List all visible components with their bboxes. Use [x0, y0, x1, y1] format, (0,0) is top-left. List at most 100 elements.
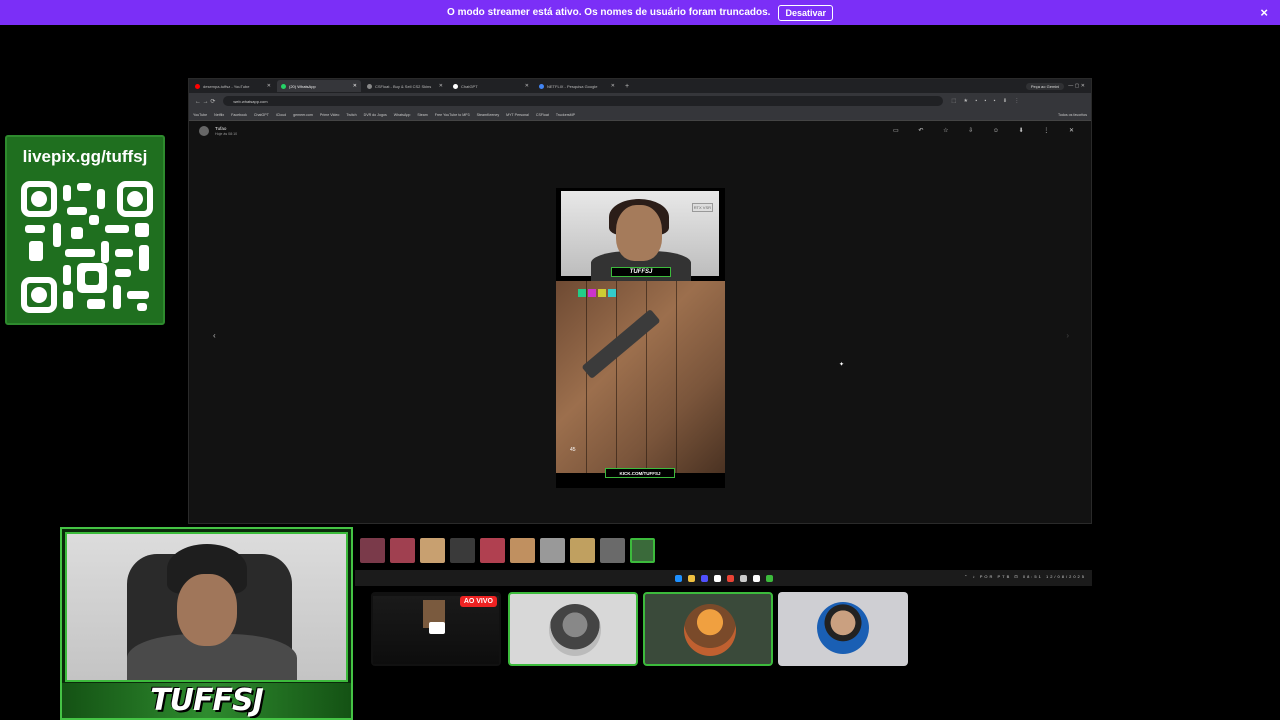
game-hud: [578, 289, 658, 299]
browser-tab-bar: desempa‑tuffsz ‑ YouTube ✕ (20) WhatsApp…: [189, 79, 1091, 93]
navigation-icons[interactable]: ← → ⟳: [195, 98, 215, 105]
live-badge: AO VIVO: [459, 596, 497, 607]
extension-icons[interactable]: ⬚ ★ ▪ ▪ ▪ ⬇ ⋮: [951, 98, 1022, 104]
close-tab-icon[interactable]: ✕: [525, 83, 529, 89]
game-footage: 45: [556, 281, 725, 473]
bookmark-item[interactable]: TruckersMP: [556, 113, 575, 117]
tab-whatsapp[interactable]: (20) WhatsApp ✕: [277, 80, 361, 92]
bookmark-item[interactable]: ChatGPT: [254, 113, 269, 117]
media-thumbnail[interactable]: [420, 538, 445, 563]
avatar: [199, 126, 209, 136]
system-tray[interactable]: ⌃ ♪ POR PTB ⊡ 08:51 12/08/2025: [964, 574, 1086, 579]
media-thumbnail-strip: [360, 538, 655, 563]
participant-tile[interactable]: [508, 592, 638, 666]
bookmark-item[interactable]: WhatsApp: [394, 113, 411, 117]
ask-gemini-button[interactable]: Peça ao Gemini: [1025, 82, 1065, 90]
whatsapp-media-viewer: Tufao Hoje às 08:10 ▭ ↶ ☆ ⇩ ☺ ⬇ ⋮ ✕ ‹ › …: [189, 121, 1091, 523]
bookmark-item[interactable]: Twitch: [346, 113, 356, 117]
file-explorer-icon[interactable]: [687, 574, 695, 582]
bookmark-item[interactable]: DVR do Jogos: [364, 113, 387, 117]
media-video[interactable]: RTX VSR TUFFSJ 45 KICK.COM/TUFFSJ: [556, 188, 725, 488]
browser-window: desempa‑tuffsz ‑ YouTube ✕ (20) WhatsApp…: [188, 78, 1092, 524]
viewer-toolbar-icons[interactable]: ▭ ↶ ☆ ⇩ ☺ ⬇ ⋮ ✕: [893, 127, 1083, 134]
youtube-icon: [195, 83, 200, 89]
bookmark-item[interactable]: Netflix: [214, 113, 224, 117]
address-bar: ← → ⟳ web.whatsapp.com ⬚ ★ ▪ ▪ ▪ ⬇ ⋮: [189, 93, 1091, 109]
new-tab-button[interactable]: +: [625, 83, 629, 90]
participant-tile[interactable]: [778, 592, 908, 666]
whatsapp-icon: [281, 83, 286, 89]
window-controls[interactable]: — ▢ ✕: [1068, 83, 1085, 89]
media-thumbnail[interactable]: [480, 538, 505, 563]
avatar: [817, 602, 869, 654]
participant-tile-speaking[interactable]: [643, 592, 773, 666]
all-bookmarks-button[interactable]: Todos os favoritos: [1058, 113, 1087, 117]
tab-chatgpt[interactable]: ChatGPT ✕: [449, 80, 533, 92]
bookmark-item[interactable]: SteamKeeney: [477, 113, 500, 117]
media-thumbnail-selected[interactable]: [630, 538, 655, 563]
bookmark-item[interactable]: iCloud: [276, 113, 286, 117]
app-icon[interactable]: [765, 574, 773, 582]
close-tab-icon[interactable]: ✕: [267, 83, 271, 89]
banner-message: O modo streamer está ativo. Os nomes de …: [447, 7, 771, 18]
door-plank: [676, 281, 677, 473]
close-tab-icon[interactable]: ✕: [439, 83, 443, 89]
media-thumbnail[interactable]: [360, 538, 385, 563]
app-icon[interactable]: [739, 574, 747, 582]
close-icon[interactable]: ×: [1260, 5, 1268, 20]
rifle: [581, 308, 661, 380]
bookmark-item[interactable]: Prime Video: [320, 113, 340, 117]
sender-time: Hoje às 08:10: [215, 132, 238, 136]
qr-code-icon: [19, 179, 155, 315]
media-thumbnail[interactable]: [390, 538, 415, 563]
brand-logo-text: TUFFSJ: [150, 683, 264, 718]
webcam-feed: [65, 532, 348, 682]
door-plank: [616, 281, 617, 473]
webcam-overlay: TUFFSJ: [60, 527, 353, 720]
avatar: [684, 604, 736, 656]
bookmark-item[interactable]: YouTube: [193, 113, 207, 117]
discord-icon[interactable]: [700, 574, 708, 582]
next-media-arrow-icon[interactable]: ›: [1066, 331, 1069, 340]
bookmark-item[interactable]: Facebook: [231, 113, 247, 117]
tab-youtube[interactable]: desempa‑tuffsz ‑ YouTube ✕: [191, 80, 275, 92]
streamer-face: [616, 205, 662, 261]
mouse-cursor-icon: ✦: [839, 362, 845, 368]
participant-tile-stream[interactable]: AO VIVO: [371, 592, 501, 666]
livepix-url: livepix.gg/tuffsj: [22, 147, 148, 166]
app-icon[interactable]: [713, 574, 721, 582]
disable-streamer-mode-button[interactable]: Desativar: [778, 4, 833, 21]
bookmark-item[interactable]: MYT Personal: [506, 113, 529, 117]
cam-name-tag: TUFFSJ: [611, 267, 671, 277]
bookmark-item[interactable]: Free YouTube to MP3: [435, 113, 470, 117]
kick-url-tag: KICK.COM/TUFFSJ: [605, 468, 675, 478]
csfloat-icon: [367, 83, 372, 89]
screen-share-icon: [429, 622, 445, 634]
media-thumbnail[interactable]: [540, 538, 565, 563]
media-thumbnail[interactable]: [570, 538, 595, 563]
app-icon[interactable]: [752, 574, 760, 582]
bookmarks-bar: YouTube Netflix Facebook ChatGPT iCloud …: [189, 109, 1091, 121]
tab-label: desempa‑tuffsz ‑ YouTube: [203, 83, 250, 89]
bookmark-item[interactable]: Steam: [417, 113, 427, 117]
bookmark-item[interactable]: CSFloat: [536, 113, 549, 117]
url-field[interactable]: web.whatsapp.com: [223, 96, 944, 106]
media-thumbnail[interactable]: [510, 538, 535, 563]
media-sender: Tufao Hoje às 08:10: [199, 126, 237, 136]
tab-label: NETFLIX ‑ Pesquisa Google: [547, 83, 598, 89]
previous-media-arrow-icon[interactable]: ‹: [213, 331, 216, 340]
rtx-badge: RTX VSR: [691, 203, 713, 212]
tab-csfloat[interactable]: CSFloat ‑ Buy & Sell CS2 Skins ✕: [363, 80, 447, 92]
start-icon[interactable]: [674, 574, 682, 582]
close-tab-icon[interactable]: ✕: [353, 83, 357, 89]
media-thumbnail[interactable]: [450, 538, 475, 563]
chrome-icon[interactable]: [726, 574, 734, 582]
bookmark-item[interactable]: gemeer.com: [293, 113, 313, 117]
media-thumbnail[interactable]: [600, 538, 625, 563]
google-icon: [539, 83, 544, 89]
door-plank: [586, 281, 587, 473]
close-tab-icon[interactable]: ✕: [611, 83, 615, 89]
windows-taskbar: ⌃ ♪ POR PTB ⊡ 08:51 12/08/2025: [355, 570, 1092, 586]
tab-label: ChatGPT: [461, 83, 478, 89]
tab-google[interactable]: NETFLIX ‑ Pesquisa Google ✕: [535, 80, 619, 92]
